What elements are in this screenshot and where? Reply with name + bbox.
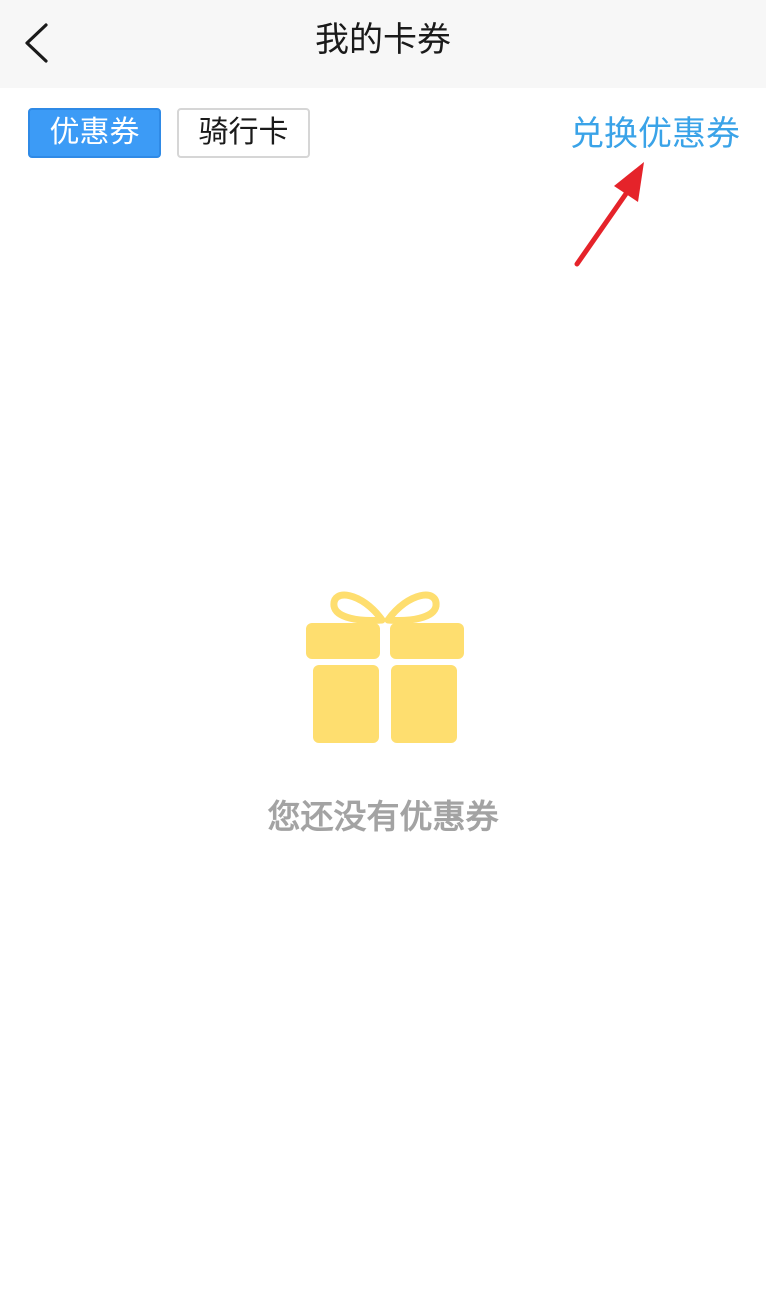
- empty-state-message: 您还没有优惠券: [267, 797, 499, 836]
- red-arrow-icon: [574, 162, 644, 267]
- gift-icon: [306, 591, 464, 743]
- tab-riding-card[interactable]: 骑行卡: [177, 108, 310, 158]
- back-button[interactable]: [14, 14, 66, 70]
- tab-coupons[interactable]: 优惠券: [28, 108, 161, 158]
- chevron-left-icon: [25, 23, 48, 63]
- page-title: 我的卡券: [315, 20, 451, 60]
- header-bar: 我的卡券: [0, 0, 766, 88]
